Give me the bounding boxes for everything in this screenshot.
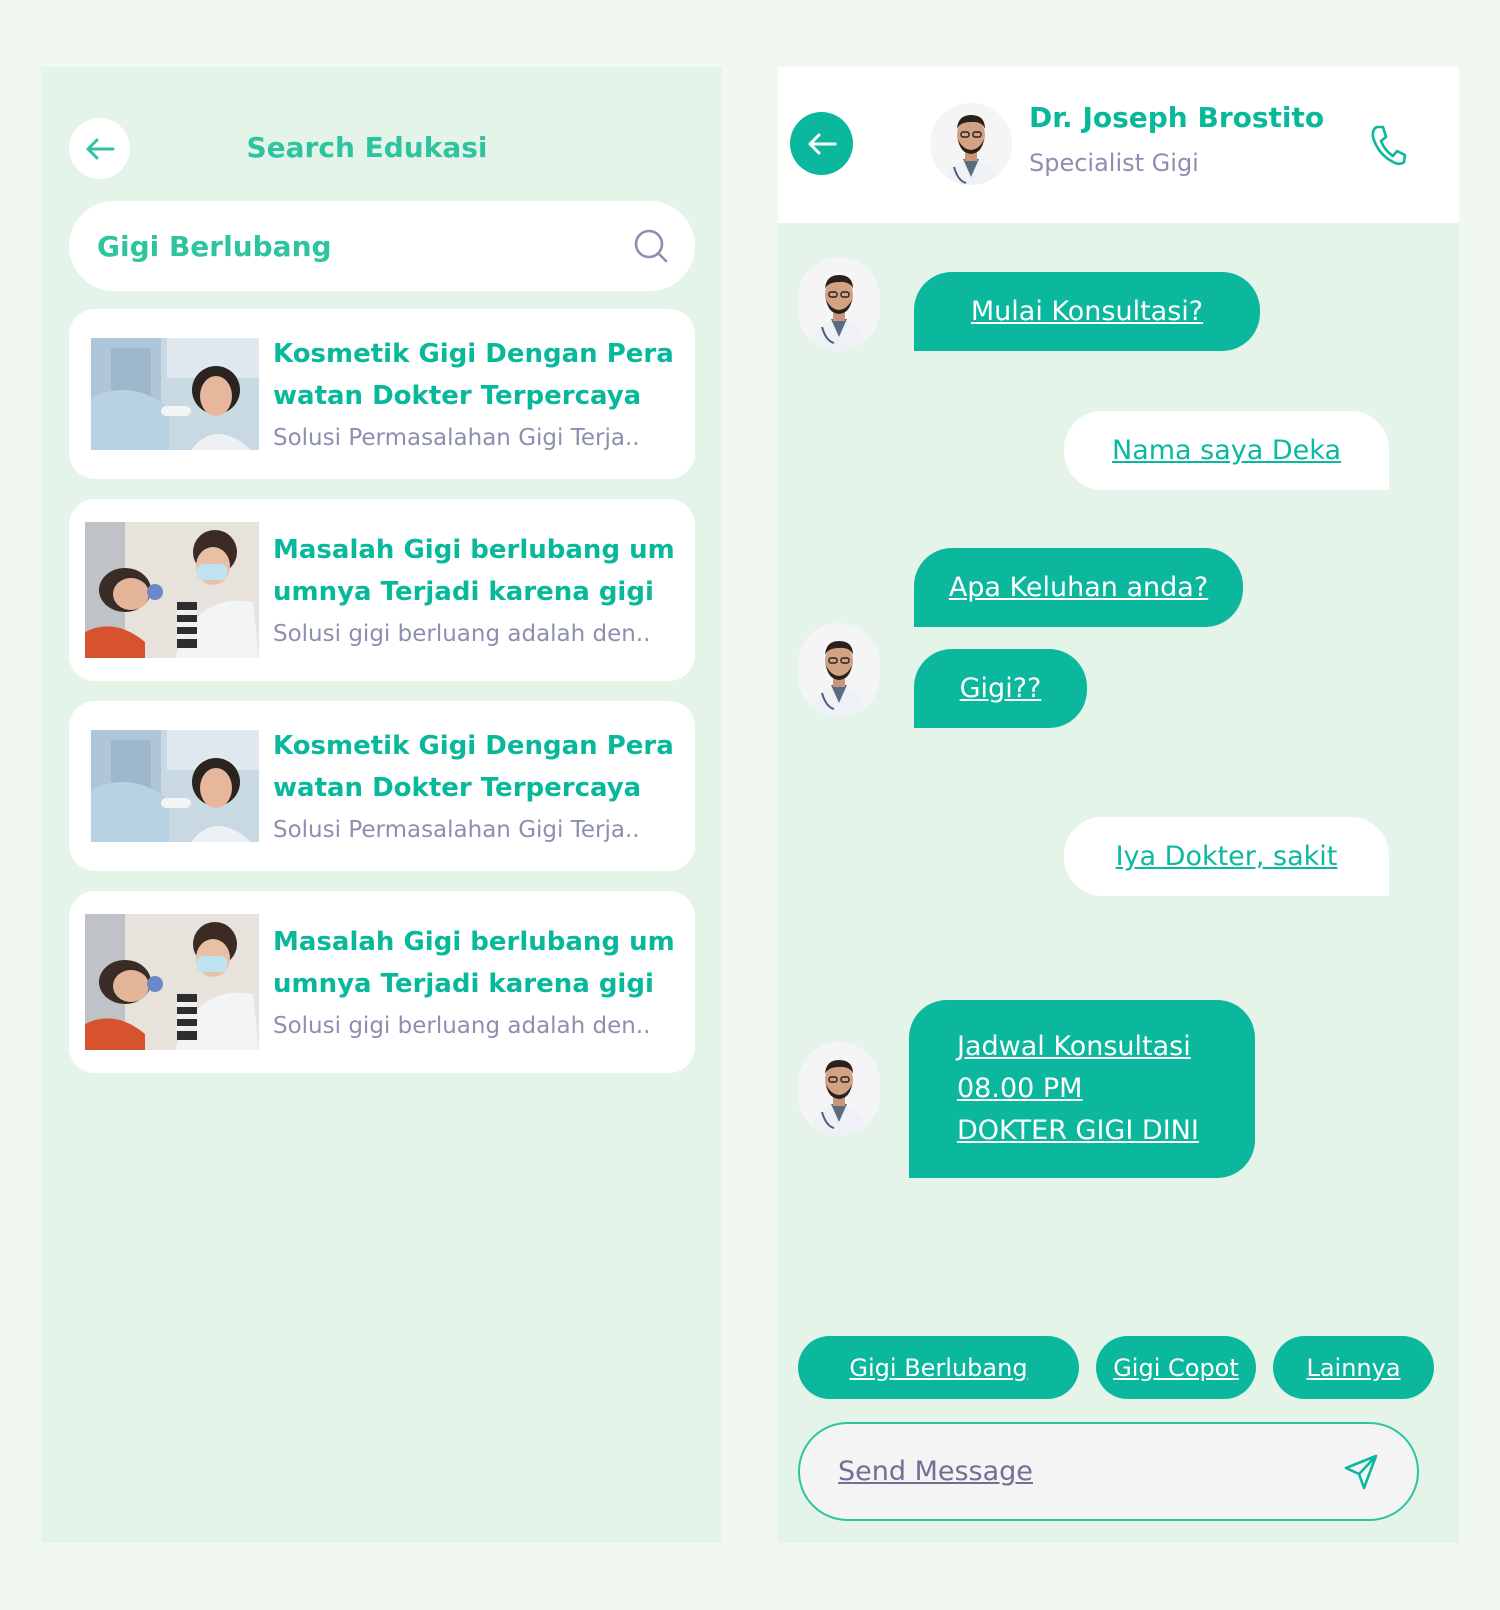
- schedule-line: DOKTER GIGI DINI: [957, 1115, 1199, 1146]
- article-description: Solusi Permasalahan Gigi Terja..: [273, 425, 640, 451]
- article-card[interactable]: Masalah Gigi berlubang um umnya Terjadi …: [69, 891, 695, 1073]
- search-input[interactable]: [97, 229, 577, 263]
- doctor-avatar: [798, 1042, 880, 1136]
- phone-icon[interactable]: [1368, 123, 1408, 167]
- chat-bubble-doctor: Apa Keluhan anda?: [914, 548, 1243, 627]
- schedule-line: 08.00 PM: [957, 1073, 1083, 1104]
- message-composer: [798, 1422, 1419, 1521]
- article-thumbnail: [91, 730, 259, 842]
- article-card[interactable]: Kosmetik Gigi Dengan Pera watan Dokter T…: [69, 309, 695, 479]
- quick-reply-gigi-berlubang[interactable]: Gigi Berlubang: [798, 1336, 1079, 1399]
- search-icon[interactable]: [633, 228, 669, 264]
- article-title: Kosmetik Gigi Dengan Pera watan Dokter T…: [273, 731, 674, 803]
- quick-reply-lainnya[interactable]: Lainnya: [1273, 1336, 1434, 1399]
- back-button[interactable]: [790, 112, 853, 175]
- search-bar: [69, 201, 695, 291]
- chat-screen: Dr. Joseph Brostito Specialist Gigi Mula…: [778, 67, 1459, 1543]
- send-icon[interactable]: [1343, 1453, 1379, 1491]
- page-title: Search Edukasi: [246, 131, 488, 164]
- article-card[interactable]: Kosmetik Gigi Dengan Pera watan Dokter T…: [69, 701, 695, 871]
- doctor-avatar: [798, 623, 880, 717]
- chat-bubble-user: Iya Dokter, sakit: [1064, 817, 1389, 896]
- chat-bubble-doctor: Gigi??: [914, 649, 1087, 728]
- article-description: Solusi gigi berluang adalah den..: [273, 621, 651, 647]
- back-button[interactable]: [69, 118, 130, 179]
- message-input[interactable]: [838, 1456, 1298, 1487]
- search-edukasi-screen: Search Edukasi Kosmetik Gigi Dengan Pera…: [41, 67, 722, 1543]
- article-description: Solusi gigi berluang adalah den..: [273, 1013, 651, 1039]
- doctor-avatar: [930, 103, 1012, 185]
- article-title: Masalah Gigi berlubang um umnya Terjadi …: [273, 535, 675, 607]
- arrow-left-icon: [808, 133, 836, 154]
- article-card[interactable]: Masalah Gigi berlubang um umnya Terjadi …: [69, 499, 695, 681]
- chat-bubble-user: Nama saya Deka: [1064, 411, 1389, 490]
- article-thumbnail: [91, 338, 259, 450]
- chat-bubble-doctor: Mulai Konsultasi?: [914, 272, 1260, 351]
- doctor-avatar: [798, 257, 880, 351]
- doctor-specialty: Specialist Gigi: [1029, 149, 1199, 177]
- schedule-line: Jadwal Konsultasi: [957, 1031, 1191, 1062]
- article-thumbnail: [85, 914, 259, 1050]
- article-title: Masalah Gigi berlubang um umnya Terjadi …: [273, 927, 675, 999]
- article-title: Kosmetik Gigi Dengan Pera watan Dokter T…: [273, 339, 674, 411]
- doctor-name: Dr. Joseph Brostito: [1029, 101, 1325, 134]
- chat-header: Dr. Joseph Brostito Specialist Gigi: [778, 67, 1459, 223]
- article-description: Solusi Permasalahan Gigi Terja..: [273, 817, 640, 843]
- article-thumbnail: [85, 522, 259, 658]
- quick-reply-gigi-copot[interactable]: Gigi Copot: [1096, 1336, 1256, 1399]
- arrow-left-icon: [86, 138, 114, 159]
- chat-bubble-doctor-schedule: Jadwal Konsultasi 08.00 PM DOKTER GIGI D…: [909, 1000, 1255, 1178]
